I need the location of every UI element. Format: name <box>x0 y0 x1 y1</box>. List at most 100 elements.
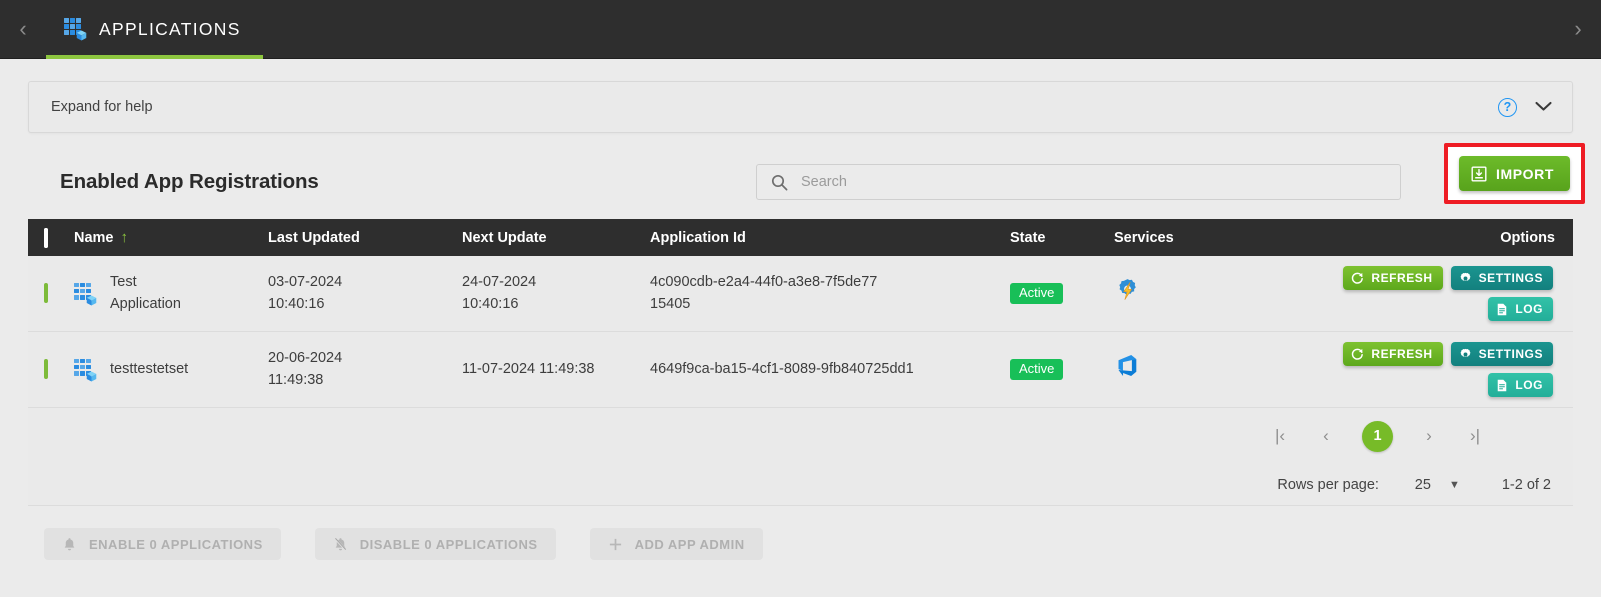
search-box[interactable] <box>756 164 1401 200</box>
applications-grid-icon <box>64 18 87 41</box>
import-button-label: IMPORT <box>1495 165 1554 182</box>
pagination-controls: |‹ ‹ 1 › ›| <box>28 408 1573 464</box>
page-content: Expand for help ? Enabled App Registrati… <box>0 81 1601 560</box>
disable-applications-label: DISABLE 0 APPLICATIONS <box>359 536 538 552</box>
status-badge: Active <box>1010 358 1064 381</box>
pagination-range-label: 1-2 of 2 <box>1501 476 1551 493</box>
gear-icon <box>1460 272 1471 281</box>
table-header: Name ↑ Last Updated Next Update Applicat… <box>28 219 1573 256</box>
row-application-id-value: 4c090cdb-e2a4-44f0-a3e8-7f5de7715405 <box>650 274 878 312</box>
chevron-down-icon[interactable] <box>1535 99 1552 116</box>
row-name-cell: testtestetset <box>74 332 268 408</box>
search-icon <box>771 174 788 190</box>
disable-applications-button[interactable]: DISABLE 0 APPLICATIONS <box>314 528 556 560</box>
refresh-button[interactable]: REFRESH <box>1343 266 1443 290</box>
add-app-admin-button[interactable]: ADD APP ADMIN <box>589 528 763 560</box>
row-name-cell: Test Application <box>74 256 268 332</box>
table-row[interactable]: testtestetset 20-06-2024 11:49:38 11-07-… <box>28 331 1573 408</box>
import-download-icon <box>1471 166 1487 181</box>
tab-active-underline <box>46 54 263 59</box>
azure-devops-icon[interactable] <box>1114 355 1139 382</box>
select-all-checkbox[interactable] <box>44 227 48 248</box>
current-page-button[interactable]: 1 <box>1362 420 1393 452</box>
bell-icon <box>64 537 75 550</box>
column-header-options: Options <box>1500 229 1555 246</box>
log-button[interactable]: LOG <box>1488 297 1553 321</box>
cube-icon <box>76 30 87 41</box>
settings-button[interactable]: SETTINGS <box>1450 342 1553 366</box>
sort-ascending-icon: ↑ <box>120 229 129 246</box>
row-next-update: 11-07-2024 11:49:38 <box>462 332 650 408</box>
log-button-label: LOG <box>1515 302 1543 316</box>
rows-per-page-row: Rows per page: 25 ▼ 1-2 of 2 <box>28 464 1573 506</box>
column-header-services[interactable]: Services <box>1114 219 1304 256</box>
table-toolbar: Enabled App Registrations IMPORT <box>28 143 1585 205</box>
row-name-label: testtestetset <box>110 360 189 377</box>
plus-icon <box>609 538 621 550</box>
row-next-update-value: 24-07-2024 10:40:16 <box>462 274 537 312</box>
row-state: Active <box>1010 332 1114 408</box>
tab-applications[interactable]: APPLICATIONS <box>46 0 263 59</box>
row-last-updated: 20-06-2024 11:49:38 <box>268 332 462 408</box>
rows-per-page-value[interactable]: 25 <box>1405 477 1431 493</box>
column-header-state[interactable]: State <box>1010 219 1114 256</box>
next-page-button[interactable]: › <box>1419 423 1439 449</box>
column-header-next-update[interactable]: Next Update <box>462 219 650 256</box>
question-circle-icon[interactable]: ? <box>1498 97 1517 117</box>
expand-for-help-panel[interactable]: Expand for help ? <box>28 81 1573 133</box>
column-header-application-id[interactable]: Application Id <box>650 219 1010 256</box>
column-header-name[interactable]: Name ↑ <box>74 219 268 256</box>
log-button-label: LOG <box>1515 378 1543 392</box>
row-name-label: Test Application <box>110 274 181 312</box>
app-registrations-table-container: Name ↑ Last Updated Next Update Applicat… <box>28 219 1573 408</box>
row-next-update: 24-07-2024 10:40:16 <box>462 256 650 332</box>
table-row[interactable]: Test Application 03-07-2024 10:40:16 24-… <box>28 256 1573 332</box>
cube-icon <box>86 370 97 381</box>
search-input[interactable] <box>801 174 1390 190</box>
import-button[interactable]: IMPORT <box>1458 156 1570 191</box>
nav-scroll-right-button[interactable]: › <box>1555 0 1601 59</box>
page-title: Enabled App Registrations <box>60 170 319 193</box>
row-application-id: 4649f9ca-ba15-4cf1-8089-9fb840725dd1 <box>650 332 1010 408</box>
tab-applications-label: APPLICATIONS <box>99 18 241 39</box>
log-button[interactable]: LOG <box>1488 373 1553 397</box>
app-registrations-table: Name ↑ Last Updated Next Update Applicat… <box>28 219 1573 408</box>
row-checkbox[interactable] <box>44 282 48 303</box>
row-next-update-value: 11-07-2024 11:49:38 <box>462 360 595 377</box>
column-select-all <box>28 219 74 256</box>
chevron-down-glyph <box>1535 101 1552 111</box>
gear-icon <box>1460 348 1471 357</box>
logic-apps-gear-bolt-icon[interactable] <box>1114 279 1141 307</box>
application-grid-icon <box>74 358 97 381</box>
row-last-updated: 03-07-2024 10:40:16 <box>268 256 462 332</box>
column-header-last-updated[interactable]: Last Updated <box>268 219 462 256</box>
last-page-button[interactable]: ›| <box>1465 423 1485 449</box>
row-options: REFRESH SETTINGS LOG <box>1304 256 1573 332</box>
settings-button-label: SETTINGS <box>1478 271 1543 285</box>
pagination-area: |‹ ‹ 1 › ›| Rows per page: 25 ▼ 1-2 of 2 <box>28 408 1573 506</box>
refresh-button-label: REFRESH <box>1371 347 1433 361</box>
refresh-button[interactable]: REFRESH <box>1343 342 1443 366</box>
nav-scroll-left-button[interactable]: ‹ <box>0 0 46 59</box>
status-badge: Active <box>1010 282 1064 305</box>
settings-button[interactable]: SETTINGS <box>1450 266 1553 290</box>
enable-applications-label: ENABLE 0 APPLICATIONS <box>89 536 263 552</box>
first-page-button[interactable]: |‹ <box>1270 423 1290 449</box>
top-navigation-bar: ‹ APPLICATIONS › <box>0 0 1601 59</box>
row-last-updated-value: 20-06-2024 11:49:38 <box>268 350 343 388</box>
table-header-row: Name ↑ Last Updated Next Update Applicat… <box>28 219 1573 256</box>
refresh-icon <box>1352 348 1364 360</box>
row-select-cell <box>28 256 74 332</box>
settings-button-label: SETTINGS <box>1478 347 1543 361</box>
import-button-highlight: IMPORT <box>1443 143 1585 204</box>
refresh-button-label: REFRESH <box>1371 271 1433 285</box>
cube-icon <box>86 294 97 305</box>
rows-per-page-caret-icon[interactable]: ▼ <box>1449 479 1460 491</box>
previous-page-button[interactable]: ‹ <box>1316 423 1336 449</box>
row-application-id-value: 4649f9ca-ba15-4cf1-8089-9fb840725dd1 <box>650 360 914 377</box>
column-header-name-label: Name <box>74 229 114 246</box>
row-checkbox[interactable] <box>44 358 48 379</box>
enable-applications-button[interactable]: ENABLE 0 APPLICATIONS <box>44 528 281 560</box>
row-options: REFRESH SETTINGS LOG <box>1304 332 1573 408</box>
row-select-cell <box>28 332 74 408</box>
